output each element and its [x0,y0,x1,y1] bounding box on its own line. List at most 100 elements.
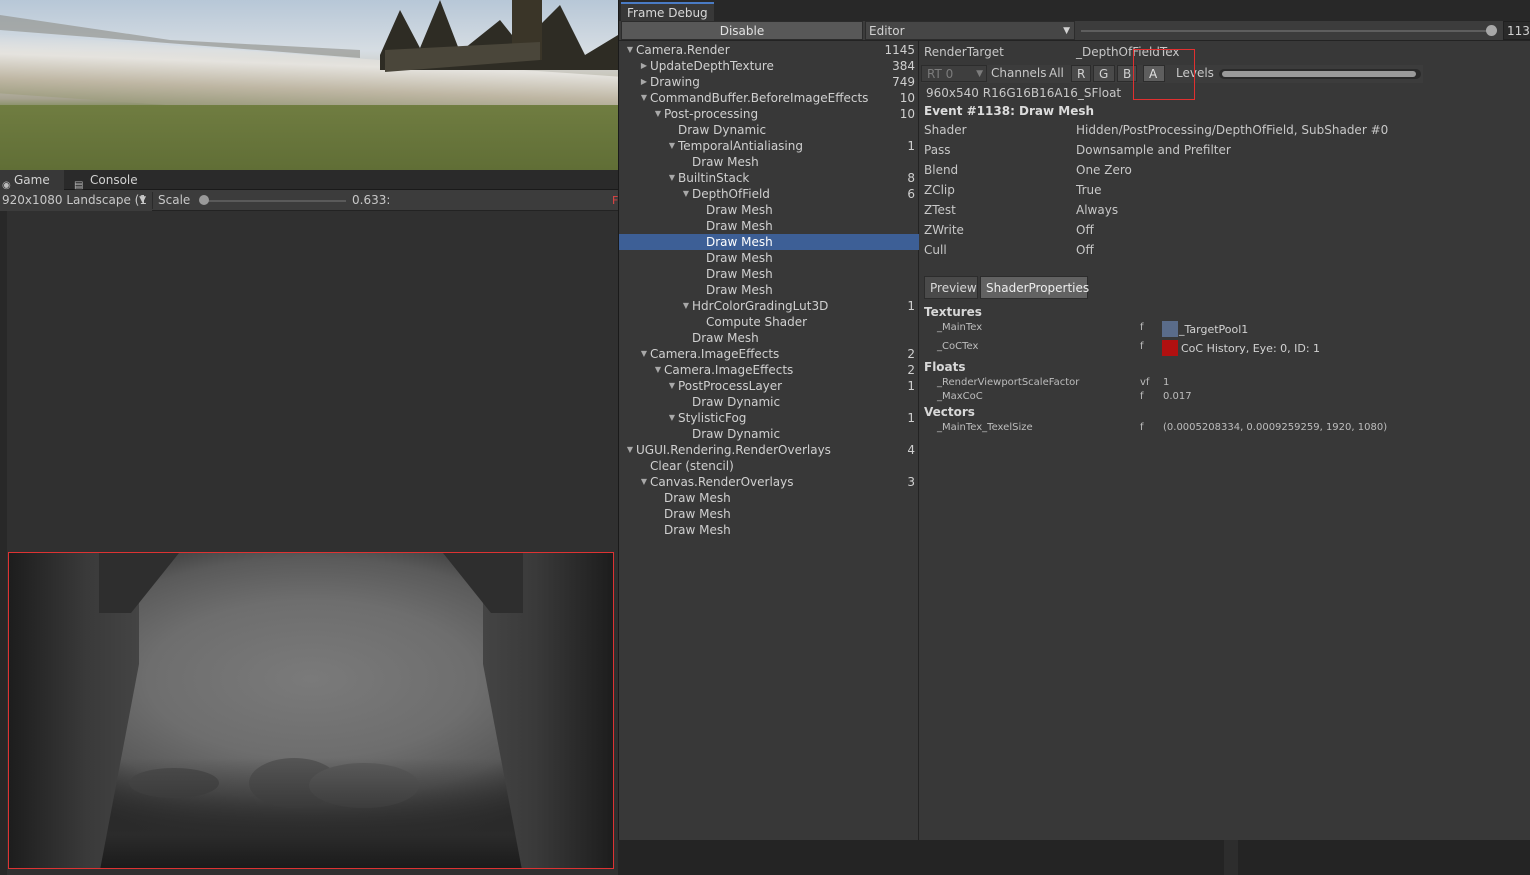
scale-value: 0.633: [352,193,391,207]
channel-all-toggle[interactable]: All [1049,66,1064,80]
tree-row[interactable]: ▼ CommandBuffer.BeforeImageEffects 10 [619,90,919,106]
tree-row[interactable]: Compute Shader [619,314,919,330]
toolbar-divider [152,192,153,209]
expand-arrow-icon[interactable]: ▼ [681,186,691,202]
tree-row[interactable]: ▶ Drawing 749 [619,74,919,90]
tab-shader-properties[interactable]: ShaderProperties [980,276,1089,299]
tree-row-count: 3 [907,475,915,489]
tree-row-label: UpdateDepthTexture [650,59,774,73]
tree-row[interactable]: Draw Dynamic [619,426,919,442]
tree-row[interactable]: ▼ Post-processing 10 [619,106,919,122]
frame-debugger-window: Frame Debug Disable Editor ▼ 1138 ▼Camer… [618,0,1530,840]
tree-row[interactable]: Clear (stencil) [619,458,919,474]
event-slider-thumb[interactable] [1485,25,1497,36]
texture-name: _CoCTex [937,341,979,352]
tree-row[interactable]: ▼ Camera.Render 1145 [619,42,919,58]
tab-console[interactable]: ▤ Console [70,170,150,191]
tree-row[interactable]: ▼ StylisticFog 1 [619,410,919,426]
levels-range[interactable] [1222,71,1416,77]
tree-row-label: Draw Mesh [706,235,773,249]
tree-row-label: Draw Mesh [706,203,773,217]
tree-row[interactable]: Draw Mesh [619,202,919,218]
event-slider-track[interactable] [1081,30,1495,32]
expand-arrow-icon[interactable]: ▼ [653,362,663,378]
expand-arrow-icon[interactable]: ▼ [653,106,663,122]
tree-row[interactable]: ▼ Camera.ImageEffects 2 [619,346,919,362]
expand-arrow-icon[interactable]: ▼ [625,442,635,458]
expand-arrow-icon[interactable]: ▼ [667,170,677,186]
tree-row[interactable]: Draw Mesh [619,266,919,282]
tree-row[interactable]: ▼ Camera.ImageEffects 2 [619,362,919,378]
tab-game-label: Game [14,173,50,187]
expand-arrow-icon[interactable]: ▼ [667,138,677,154]
tree-row[interactable]: Draw Mesh [619,330,919,346]
scene-view[interactable] [0,0,618,170]
expand-arrow-icon[interactable]: ▼ [667,410,677,426]
game-view[interactable] [0,211,618,875]
texture-thumbnail-icon[interactable] [1162,321,1178,337]
tree-row[interactable]: Draw Mesh [619,250,919,266]
event-index-field[interactable]: 1138 [1503,21,1530,40]
tree-row[interactable]: ▼ BuiltinStack 8 [619,170,919,186]
event-title: Event #1138: Draw Mesh [924,104,1095,118]
format-text: 960x540 R16G16B16A16_SFloat [926,86,1122,100]
tree-row-label: Drawing [650,75,700,89]
tree-row[interactable]: Draw Mesh [619,490,919,506]
expand-arrow-icon[interactable]: ▼ [667,378,677,394]
expand-arrow-icon[interactable]: ▼ [639,90,649,106]
tree-row-label: Canvas.RenderOverlays [650,475,794,489]
textures-header: Textures [924,305,982,319]
expand-arrow-icon[interactable]: ▼ [681,298,691,314]
tree-row[interactable]: Draw Mesh [619,522,919,538]
tree-row[interactable]: ▼ DepthOfField 6 [619,186,919,202]
tree-row-count: 2 [907,363,915,377]
channel-g-toggle[interactable]: G [1093,65,1115,82]
channel-r-toggle[interactable]: R [1071,65,1091,82]
expand-arrow-icon[interactable]: ▼ [639,474,649,490]
game-render-frame [8,552,614,869]
expand-arrow-icon[interactable]: ▼ [625,42,635,58]
tab-preview[interactable]: Preview [924,276,978,299]
collapse-arrow-icon[interactable]: ▶ [639,58,649,74]
collapse-arrow-icon[interactable]: ▶ [639,74,649,90]
tree-row[interactable]: Draw Mesh [619,282,919,298]
resolution-dropdown[interactable]: 920x1080 Landscape (1 ▼ [0,190,152,211]
tree-row[interactable]: ▼ HdrColorGradingLut3D 1 [619,298,919,314]
property-value: Always [1076,203,1119,217]
tree-row-label: TemporalAntialiasing [678,139,803,153]
tree-row-count: 1145 [884,43,915,57]
tree-row-label: Camera.Render [636,43,730,57]
event-tree[interactable]: ▼ Camera.Render 1145 ▶ UpdateDepthTexture 384… [619,41,919,840]
levels-slider[interactable] [1219,69,1421,79]
tree-row-label: Draw Dynamic [692,427,781,441]
property-value: One Zero [1076,163,1132,177]
tree-row[interactable]: Draw Mesh [619,234,919,250]
tree-row[interactable]: Draw Mesh [619,154,919,170]
tree-row[interactable]: Draw Mesh [619,506,919,522]
float-name: _RenderViewportScaleFactor [937,377,1080,388]
property-key: ZClip [924,183,955,197]
tree-row[interactable]: Draw Mesh [619,218,919,234]
tree-row[interactable]: ▶ UpdateDepthTexture 384 [619,58,919,74]
expand-arrow-icon[interactable]: ▼ [639,346,649,362]
tab-game[interactable]: ◉ Game [0,170,64,191]
tree-row[interactable]: Draw Dynamic [619,122,919,138]
target-dropdown[interactable]: Editor ▼ [865,21,1075,40]
texture-thumbnail-icon[interactable] [1162,340,1178,356]
tree-row[interactable]: ▼ Canvas.RenderOverlays 3 [619,474,919,490]
tree-row-count: 1 [907,379,915,393]
tree-row-count: 749 [892,75,915,89]
texture-type: f [1140,322,1144,333]
tree-row[interactable]: Draw Dynamic [619,394,919,410]
tree-row[interactable]: ▼ UGUI.Rendering.RenderOverlays 4 [619,442,919,458]
tree-row[interactable]: ▼ TemporalAntialiasing 1 [619,138,919,154]
rt-dropdown[interactable]: RT 0 ▼ [921,65,987,82]
scale-slider-track[interactable] [200,200,346,202]
tree-row[interactable]: ▼ PostProcessLayer 1 [619,378,919,394]
scale-slider-thumb[interactable] [198,195,209,205]
game-toolbar: 920x1080 Landscape (1 ▼ Scale 0.633: F [0,190,618,211]
game-view-edge [0,211,7,875]
tab-frame-debug[interactable]: Frame Debug [621,2,714,21]
float-value: 1 [1163,377,1170,388]
disable-button[interactable]: Disable [621,21,863,40]
